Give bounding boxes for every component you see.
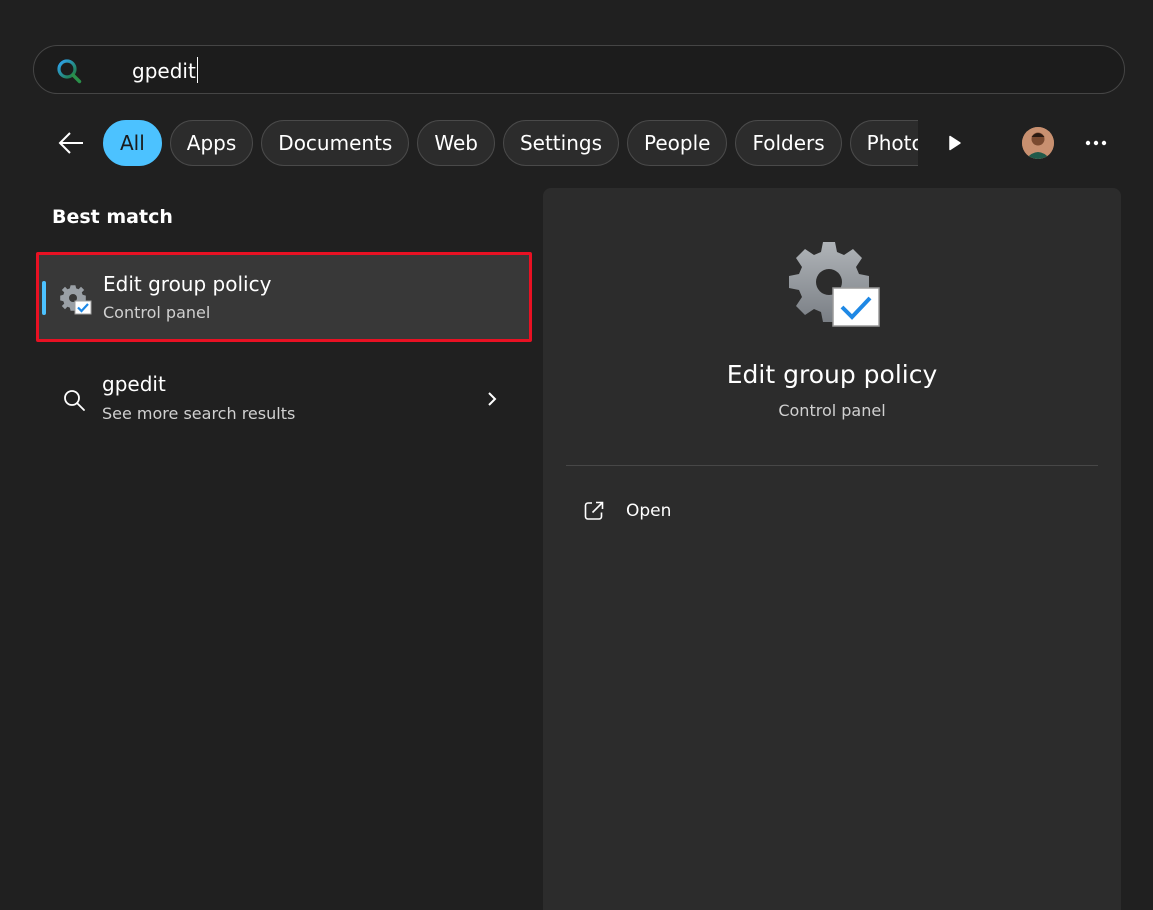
result-subtitle: Control panel: [103, 303, 211, 322]
search-bar[interactable]: gpedit: [33, 45, 1125, 94]
filter-chip-settings[interactable]: Settings: [502, 120, 619, 166]
filter-chip-all[interactable]: All: [103, 120, 162, 166]
search-query: gpedit: [132, 59, 196, 83]
best-match-heading: Best match: [52, 206, 173, 228]
filter-chips: All Apps Documents Web Settings People F…: [103, 120, 918, 166]
see-more-results[interactable]: gpedit See more search results: [36, 362, 532, 436]
back-button[interactable]: [55, 128, 87, 158]
filter-chip-photos[interactable]: Photos: [849, 120, 918, 166]
open-label: Open: [626, 501, 672, 521]
search-icon: [64, 390, 85, 411]
more-filters-button[interactable]: [940, 128, 970, 158]
filter-chip-documents[interactable]: Documents: [261, 120, 410, 166]
more-dots-icon: [1085, 140, 1107, 146]
search-logo-icon: [57, 59, 82, 84]
detail-title: Edit group policy: [726, 360, 938, 389]
best-match-result[interactable]: Edit group policy Control panel: [36, 252, 532, 342]
divider: [566, 465, 1098, 466]
avatar[interactable]: [1022, 127, 1054, 159]
gear-check-icon: [60, 285, 92, 315]
arrow-left-icon: [58, 132, 83, 154]
result-title: Edit group policy: [103, 272, 272, 296]
open-external-icon: [584, 501, 604, 520]
detail-panel: Edit group policy Control panel Open: [543, 188, 1121, 910]
gear-check-icon: [789, 242, 880, 327]
more-options-button[interactable]: [1080, 128, 1112, 158]
filter-chip-folders[interactable]: Folders: [735, 120, 842, 166]
selection-indicator: [42, 281, 46, 315]
filter-chip-web[interactable]: Web: [417, 120, 495, 166]
play-arrow-icon: [949, 135, 961, 151]
filter-chip-apps[interactable]: Apps: [169, 120, 254, 166]
filter-chip-people[interactable]: People: [626, 120, 728, 166]
text-caret: [196, 57, 199, 83]
more-results-title: gpedit: [102, 372, 166, 396]
more-results-subtitle: See more search results: [102, 404, 296, 423]
search-input[interactable]: gpedit: [132, 57, 199, 83]
detail-subtitle: Control panel: [778, 401, 886, 420]
user-avatar-icon: [1022, 127, 1054, 159]
open-button[interactable]: Open: [579, 492, 879, 530]
chevron-right-icon: [488, 392, 497, 406]
